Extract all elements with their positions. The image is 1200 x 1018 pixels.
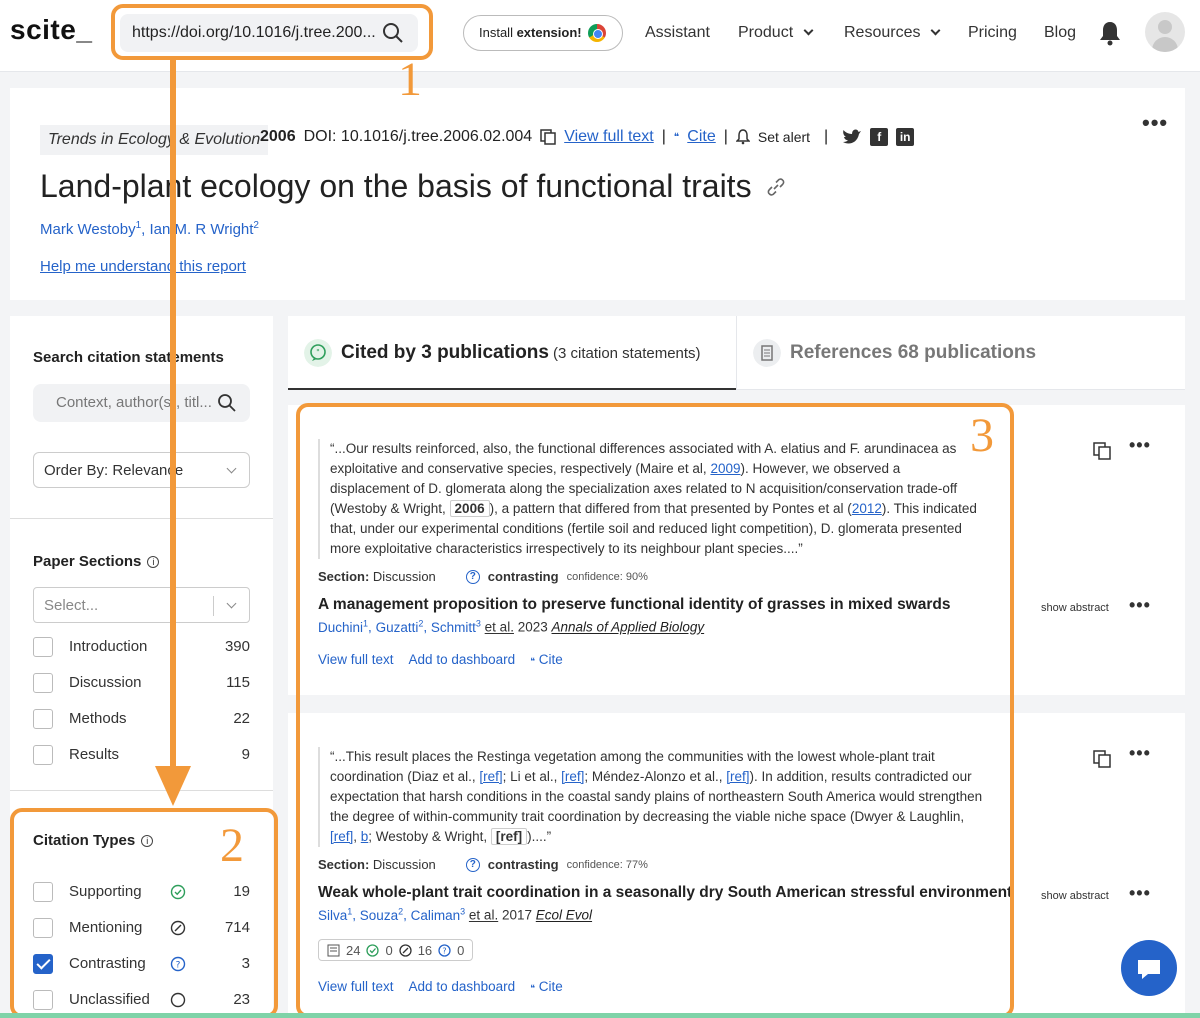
paper-meta: 2006 DOI: 10.1016/j.tree.2006.02.004 Vie… — [260, 128, 915, 146]
separator: | — [661, 128, 666, 145]
bottom-bar — [0, 1013, 1200, 1018]
bell-icon — [735, 129, 750, 145]
svg-text:": " — [316, 348, 320, 357]
view-full-text-link[interactable]: View full text — [564, 128, 654, 146]
twitter-icon[interactable] — [842, 128, 862, 146]
copy-icon[interactable] — [1093, 750, 1111, 768]
more-options-icon[interactable]: ••• — [1129, 743, 1151, 764]
chat-button[interactable] — [1121, 940, 1177, 996]
paper-doi: DOI: 10.1016/j.tree.2006.02.004 — [303, 128, 533, 145]
sections-placeholder: Select... — [44, 597, 99, 614]
cite-link[interactable]: Cite — [687, 128, 715, 146]
divider — [10, 790, 273, 791]
cited-by-text: Cited by 3 publications — [341, 342, 549, 363]
paper-title-text: Land-plant ecology on the basis of funct… — [40, 168, 752, 204]
paper-sections-title: Paper Sections — [33, 553, 142, 570]
paper-sections-heading: Paper Sections i — [33, 553, 160, 570]
section-count: 390 — [224, 638, 250, 655]
section-label: Discussion — [69, 674, 142, 691]
nav-resources-label: Resources — [844, 24, 921, 41]
nav-assistant[interactable]: Assistant — [645, 24, 710, 42]
author-name: Mark Westoby — [40, 221, 136, 238]
highlight-box-url — [111, 4, 433, 60]
section-filter-results[interactable]: Results 9 — [33, 745, 250, 767]
more-options-icon[interactable]: ••• — [1129, 435, 1151, 456]
more-options-icon[interactable]: ••• — [1129, 883, 1151, 904]
section-count: 9 — [241, 746, 250, 763]
author-link[interactable]: Mark Westoby1 — [40, 220, 142, 238]
divider — [213, 596, 214, 616]
annotation-number-2: 2 — [220, 819, 244, 872]
section-count: 115 — [226, 674, 250, 691]
highlight-box-citations — [296, 403, 1014, 1018]
show-abstract-button[interactable]: show abstract — [1041, 890, 1109, 902]
install-extension-button[interactable]: Install extension! — [463, 15, 623, 51]
link-icon[interactable] — [766, 177, 786, 197]
quote-icon: ❝ — [673, 131, 680, 143]
more-options-icon[interactable]: ••• — [1129, 595, 1151, 616]
checkbox[interactable] — [33, 673, 53, 693]
bell-icon[interactable] — [1098, 20, 1122, 46]
tab-cited-by-label: Cited by 3 publications (3 citation state… — [341, 342, 701, 364]
order-by-select[interactable]: Order By: Relevance — [33, 452, 250, 488]
scite-logo[interactable]: scite_ — [10, 14, 92, 46]
citation-tabs: " Cited by 3 publications (3 citation sta… — [288, 316, 1185, 390]
install-label-bold: extension! — [516, 25, 582, 40]
document-icon — [753, 339, 781, 367]
facebook-icon[interactable]: f — [870, 128, 889, 146]
tab-references-label: References 68 publications — [790, 342, 1037, 363]
section-filter-introduction[interactable]: Introduction 390 — [33, 637, 250, 659]
nav-blog[interactable]: Blog — [1044, 24, 1076, 42]
chat-icon — [1138, 960, 1160, 979]
author-affiliation: 2 — [253, 220, 259, 231]
annotation-number-3: 3 — [970, 409, 994, 462]
chevron-down-icon — [226, 598, 237, 609]
chrome-icon — [588, 24, 606, 42]
set-alert-button[interactable]: Set alert — [758, 129, 810, 145]
section-count: 22 — [233, 710, 250, 727]
checkbox[interactable] — [33, 745, 53, 765]
section-filter-methods[interactable]: Methods 22 — [33, 709, 250, 731]
avatar[interactable] — [1145, 12, 1185, 52]
paper-sections-select[interactable]: Select... — [33, 587, 250, 623]
nav-product-label: Product — [738, 24, 794, 41]
divider — [10, 518, 273, 519]
annotation-number-1: 1 — [398, 53, 422, 106]
paper-year: 2006 — [260, 128, 296, 145]
copy-icon[interactable] — [1093, 442, 1111, 460]
section-label: Introduction — [69, 638, 148, 655]
section-label: Results — [69, 746, 120, 763]
help-understand-link[interactable]: Help me understand this report — [40, 258, 246, 275]
nav-pricing[interactable]: Pricing — [968, 24, 1017, 42]
section-filter-discussion[interactable]: Discussion 115 — [33, 673, 250, 695]
chat-bubble-icon: " — [304, 339, 332, 367]
paper-authors: Mark Westoby1, Ian M. R Wright2 — [40, 220, 259, 238]
page-title: Land-plant ecology on the basis of funct… — [40, 168, 786, 205]
show-abstract-button[interactable]: show abstract — [1041, 602, 1109, 614]
search-icon[interactable] — [217, 393, 237, 413]
cited-by-count: (3 citation statements) — [552, 345, 701, 362]
nav-resources[interactable]: Resources — [844, 24, 941, 42]
install-label: Install — [479, 25, 517, 40]
checkbox[interactable] — [33, 709, 53, 729]
chevron-down-icon — [226, 463, 237, 474]
nav-product[interactable]: Product — [738, 24, 814, 42]
chevron-down-icon — [931, 25, 941, 36]
arrow-annotation — [155, 58, 191, 806]
tab-cited-by[interactable]: " Cited by 3 publications (3 citation sta… — [288, 316, 736, 390]
checkbox[interactable] — [33, 637, 53, 657]
more-options-icon[interactable]: ••• — [1142, 110, 1168, 136]
tab-references[interactable]: References 68 publications — [737, 316, 1185, 390]
author-affiliation: 1 — [135, 220, 142, 231]
chevron-down-icon — [803, 25, 814, 36]
separator: | — [723, 128, 728, 145]
section-label: Methods — [69, 710, 127, 727]
linkedin-icon[interactable]: in — [896, 128, 915, 146]
separator: | — [824, 128, 829, 145]
copy-icon[interactable] — [540, 129, 556, 145]
